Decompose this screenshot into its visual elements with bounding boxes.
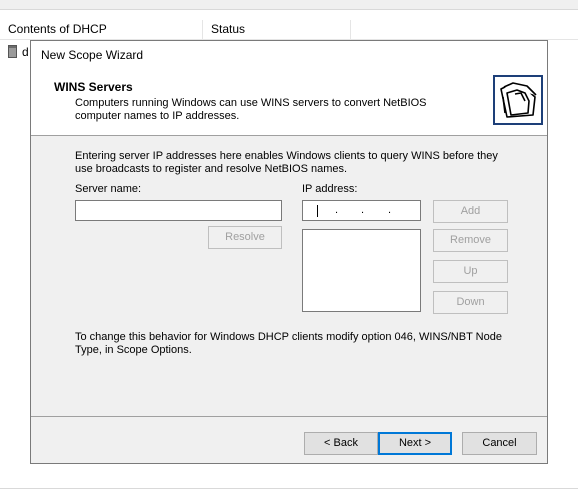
list-item[interactable]: d [8, 44, 29, 60]
server-name-field[interactable] [75, 200, 282, 221]
server-icon [8, 45, 17, 58]
ip-address-label: IP address: [302, 183, 358, 195]
resolve-button[interactable]: Resolve [208, 226, 282, 249]
page-title: WINS Servers [54, 80, 133, 94]
down-button[interactable]: Down [433, 291, 508, 314]
text-caret [317, 205, 318, 217]
list-item-label: d [22, 45, 29, 59]
server-name-label: Server name: [75, 183, 142, 195]
up-button[interactable]: Up [433, 260, 508, 283]
ip-separator: . [388, 204, 392, 216]
next-button[interactable]: Next > [378, 432, 452, 455]
column-header-status[interactable]: Status [203, 20, 351, 39]
dialog-title-bar[interactable]: New Scope Wizard [31, 41, 547, 69]
wizard-body: Entering server IP addresses here enable… [31, 136, 547, 416]
footer-divider [31, 416, 547, 417]
folders-icon [493, 75, 543, 125]
ip-separator: . [361, 204, 365, 216]
ip-separator: . [335, 204, 339, 216]
wizard-header: WINS Servers Computers running Windows c… [31, 69, 547, 136]
add-button[interactable]: Add [433, 200, 508, 223]
wins-server-list[interactable] [302, 229, 421, 312]
intro-text: Entering server IP addresses here enable… [75, 150, 498, 175]
ip-address-field[interactable]: . . . [302, 200, 421, 221]
cancel-button[interactable]: Cancel [462, 432, 537, 455]
remove-button[interactable]: Remove [433, 229, 508, 252]
back-button[interactable]: < Back [304, 432, 378, 455]
page-subtitle: Computers running Windows can use WINS s… [75, 97, 427, 122]
console-top-strip [0, 0, 578, 10]
column-header-contents[interactable]: Contents of DHCP [0, 20, 203, 39]
dialog-title: New Scope Wizard [41, 48, 144, 62]
new-scope-wizard-dialog: New Scope Wizard WINS Servers Computers … [30, 40, 548, 464]
scope-options-note: To change this behavior for Windows DHCP… [75, 331, 502, 356]
